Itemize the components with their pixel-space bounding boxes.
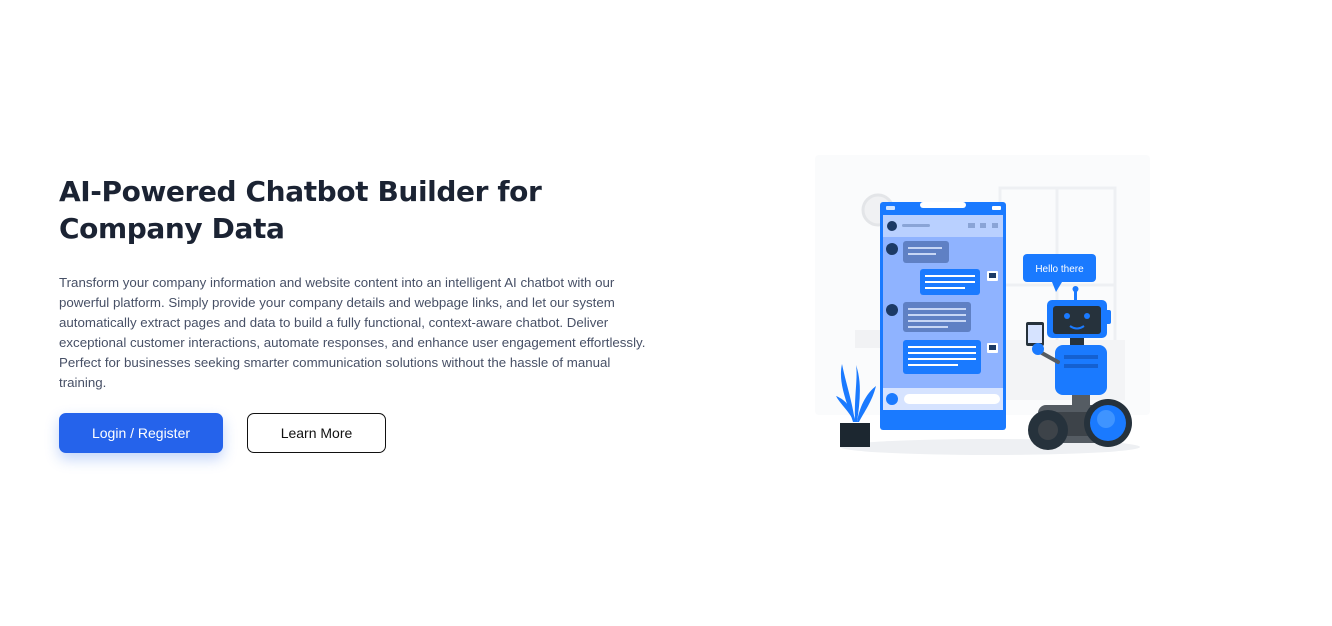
hero-text: AI-Powered Chatbot Builder for Company D…	[59, 173, 659, 393]
login-register-button[interactable]: Login / Register	[59, 413, 223, 453]
chatbot-illustration: Hello there	[780, 150, 1160, 465]
hero-title: AI-Powered Chatbot Builder for Company D…	[59, 175, 542, 245]
hero-actions: Login / Register Learn More	[59, 413, 386, 453]
learn-more-button[interactable]: Learn More	[247, 413, 386, 453]
speech-bubble-text: Hello there	[1035, 264, 1084, 275]
chatbot-illustration-svg: Hello there	[815, 155, 1150, 455]
phone-mockup	[880, 202, 1006, 430]
hero-description: Transform your company information and w…	[59, 275, 646, 390]
